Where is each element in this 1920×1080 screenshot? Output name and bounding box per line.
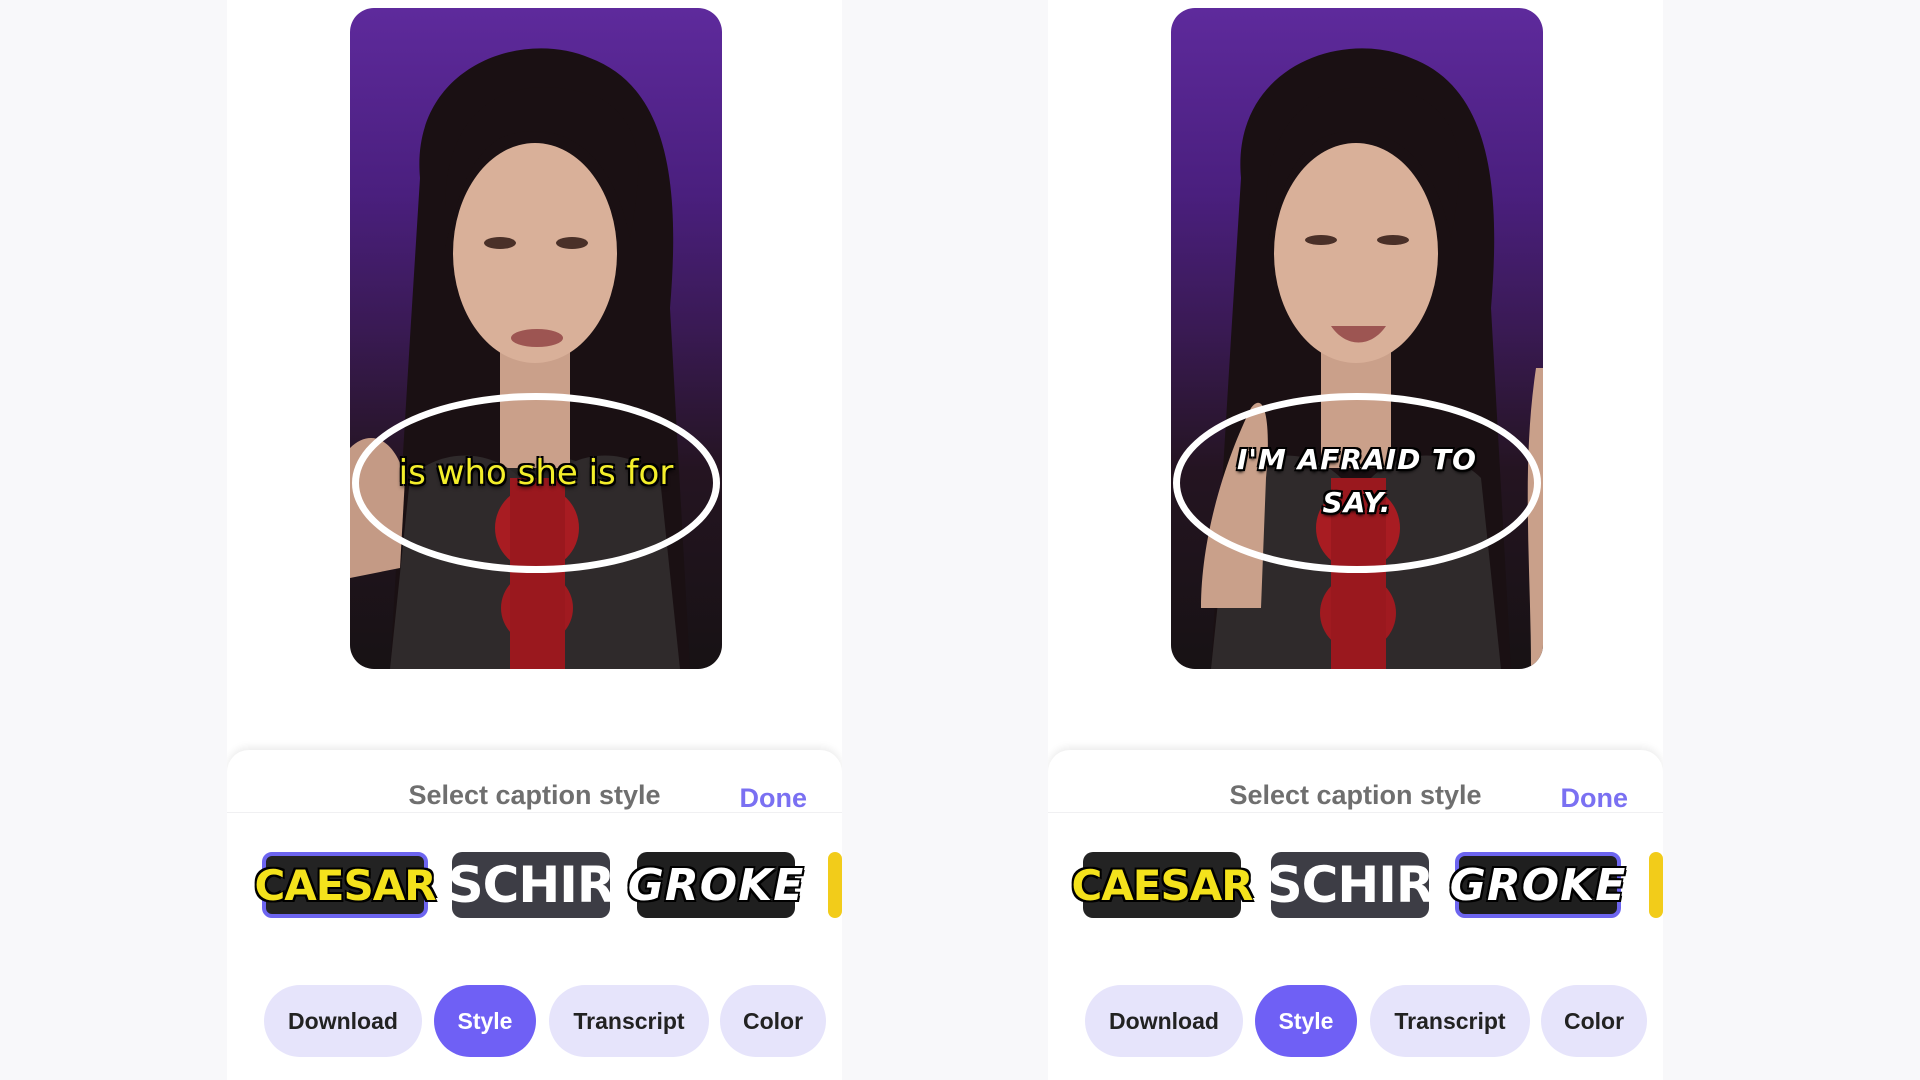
- style-tile-schir[interactable]: SCHIR: [1267, 852, 1434, 918]
- divider: [1048, 812, 1663, 813]
- phone-panel-right: I'M AFRAID TO SAY. Select caption style …: [1048, 0, 1663, 1080]
- style-tab-button[interactable]: Style: [434, 985, 536, 1057]
- style-tile-groke[interactable]: GROKE: [628, 852, 803, 918]
- color-button[interactable]: Color: [720, 985, 826, 1057]
- divider: [227, 812, 842, 813]
- style-tile-caesar[interactable]: CAESAR: [254, 852, 437, 918]
- action-bar: Download Style Transcript Color: [1085, 985, 1663, 1059]
- style-tile-groke[interactable]: GROKE: [1450, 852, 1625, 918]
- style-tile-next-partial[interactable]: [1649, 852, 1663, 918]
- video-preview[interactable]: is who she is for: [350, 8, 722, 669]
- caption-style-sheet: Select caption style Done CAESAR SCHIR G…: [1048, 750, 1663, 1080]
- download-button[interactable]: Download: [1085, 985, 1243, 1057]
- color-button[interactable]: Color: [1541, 985, 1647, 1057]
- highlight-ring: [1173, 393, 1541, 573]
- highlight-ring: [352, 393, 720, 573]
- transcript-button[interactable]: Transcript: [1370, 985, 1530, 1057]
- phone-panel-left: is who she is for Select caption style D…: [227, 0, 842, 1080]
- done-button[interactable]: Done: [740, 783, 808, 814]
- style-tab-button[interactable]: Style: [1255, 985, 1357, 1057]
- caption-style-sheet: Select caption style Done CAESAR SCHIR G…: [227, 750, 842, 1080]
- style-tile-caesar[interactable]: CAESAR: [1071, 852, 1254, 918]
- download-button[interactable]: Download: [264, 985, 422, 1057]
- done-button[interactable]: Done: [1561, 783, 1629, 814]
- style-carousel[interactable]: CAESAR SCHIR GROKE: [254, 852, 842, 922]
- style-carousel[interactable]: CAESAR SCHIR GROKE: [1071, 852, 1663, 922]
- style-tile-schir[interactable]: SCHIR: [448, 852, 615, 918]
- action-bar: Download Style Transcript Color: [264, 985, 842, 1059]
- video-preview[interactable]: I'M AFRAID TO SAY.: [1171, 8, 1543, 669]
- transcript-button[interactable]: Transcript: [549, 985, 709, 1057]
- style-tile-next-partial[interactable]: [828, 852, 842, 918]
